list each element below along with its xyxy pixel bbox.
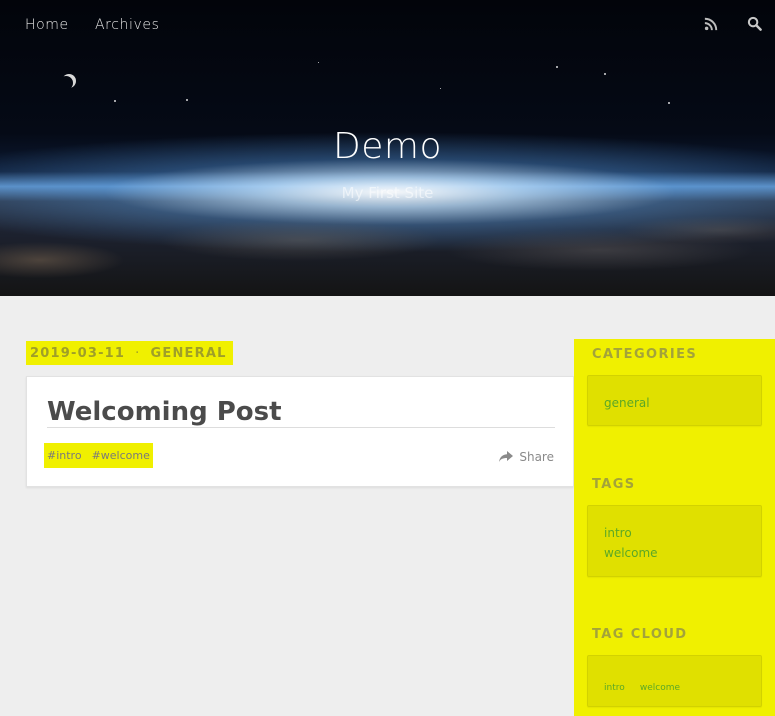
- tag-link-intro[interactable]: #intro: [47, 449, 82, 462]
- tag-link-welcome[interactable]: #welcome: [92, 449, 150, 462]
- post-title[interactable]: Welcoming Post: [47, 397, 282, 427]
- search-icon[interactable]: [747, 16, 763, 32]
- sidebar: CATEGORIES general TAGS intro welcome TA…: [574, 339, 775, 716]
- star-decoration: [318, 62, 319, 63]
- category-link-general[interactable]: general: [604, 393, 745, 413]
- star-decoration: [604, 73, 606, 75]
- post-meta: 2019-03-11 · GENERAL: [26, 341, 233, 365]
- title-divider: [47, 427, 555, 428]
- post-card: Welcoming Post #intro #welcome Share: [26, 376, 574, 487]
- site-title[interactable]: Demo: [0, 126, 775, 167]
- categories-widget: general: [587, 375, 762, 426]
- tag-link-welcome[interactable]: welcome: [604, 543, 745, 563]
- tag-cloud-heading: TAG CLOUD: [592, 627, 688, 642]
- share-label: Share: [519, 450, 554, 464]
- star-decoration: [668, 102, 670, 104]
- nav-archives-link[interactable]: Archives: [95, 17, 159, 33]
- star-decoration: [556, 66, 558, 68]
- share-icon: [499, 451, 514, 462]
- post-tags: #intro #welcome: [44, 443, 153, 468]
- tag-link-intro[interactable]: intro: [604, 523, 745, 543]
- site-subtitle: My First Site: [341, 184, 434, 202]
- post-category-link[interactable]: GENERAL: [151, 346, 227, 361]
- meta-separator: ·: [135, 345, 141, 361]
- cloud-layer: [0, 200, 775, 296]
- tag-cloud-link-welcome[interactable]: welcome: [640, 683, 680, 693]
- star-decoration: [186, 99, 188, 101]
- tag-cloud-widget: intro welcome: [587, 655, 762, 707]
- nav-home-link[interactable]: Home: [25, 17, 69, 33]
- tags-widget: intro welcome: [587, 505, 762, 577]
- star-decoration: [114, 100, 116, 102]
- header-banner: Home Archives Demo My First Site: [0, 0, 775, 296]
- tag-cloud-link-intro[interactable]: intro: [604, 683, 625, 693]
- rss-icon[interactable]: [704, 16, 720, 32]
- star-decoration: [440, 88, 441, 89]
- categories-heading: CATEGORIES: [592, 347, 698, 362]
- moon-decoration: [62, 74, 76, 88]
- share-button[interactable]: Share: [499, 450, 554, 464]
- top-nav: Home Archives: [0, 0, 775, 52]
- tags-heading: TAGS: [592, 477, 636, 492]
- post-date[interactable]: 2019-03-11: [30, 346, 125, 361]
